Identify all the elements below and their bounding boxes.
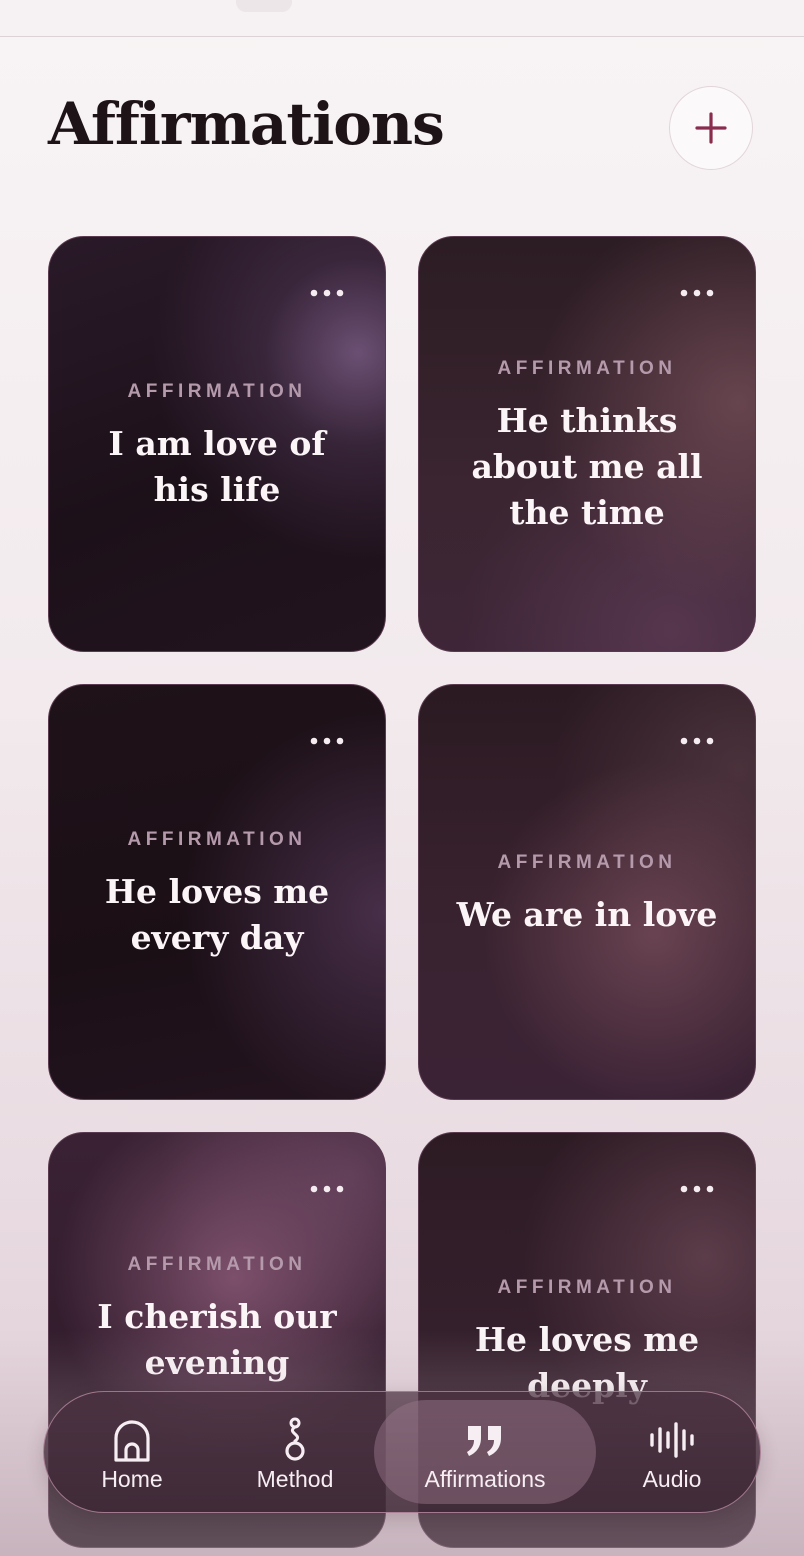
- home-arch-icon: [112, 1416, 152, 1464]
- more-horizontal-icon: [310, 289, 344, 297]
- more-options-button[interactable]: [677, 1181, 717, 1197]
- plus-icon: [695, 112, 727, 144]
- more-options-button[interactable]: [677, 285, 717, 301]
- method-icon: [282, 1416, 308, 1464]
- affirmation-card[interactable]: AFFIRMATION He loves me every day: [48, 684, 386, 1100]
- affirmation-card[interactable]: AFFIRMATION He thinks about me all the t…: [418, 236, 756, 652]
- tab-home[interactable]: Home: [82, 1392, 182, 1512]
- more-horizontal-icon: [310, 1185, 344, 1193]
- more-horizontal-icon: [680, 737, 714, 745]
- more-horizontal-icon: [680, 1185, 714, 1193]
- tab-bar: Home Method Affirmations Audio: [43, 1391, 761, 1513]
- affirmation-card[interactable]: AFFIRMATION We are in love: [418, 684, 756, 1100]
- tab-label: Home: [101, 1466, 163, 1492]
- tab-label: Audio: [642, 1466, 702, 1492]
- more-options-button[interactable]: [307, 285, 347, 301]
- more-horizontal-icon: [680, 289, 714, 297]
- card-text: He loves me every day: [104, 872, 330, 957]
- page-title: Affirmations: [48, 90, 445, 158]
- tab-audio[interactable]: Audio: [624, 1392, 720, 1512]
- top-handle: [236, 0, 292, 12]
- top-strip: [0, 0, 804, 37]
- card-text: I cherish our evening: [97, 1297, 337, 1382]
- card-label: AFFIRMATION: [127, 381, 307, 402]
- tab-method[interactable]: Method: [240, 1392, 350, 1512]
- card-text: We are in love: [456, 895, 718, 934]
- more-options-button[interactable]: [307, 1181, 347, 1197]
- card-label: AFFIRMATION: [497, 1277, 677, 1298]
- card-label: AFFIRMATION: [497, 852, 677, 873]
- card-text: I am love of his life: [108, 424, 326, 509]
- tab-label: Affirmations: [424, 1466, 546, 1492]
- audio-waveform-icon: [649, 1416, 695, 1464]
- more-options-button[interactable]: [677, 733, 717, 749]
- more-options-button[interactable]: [307, 733, 347, 749]
- card-label: AFFIRMATION: [127, 1254, 307, 1275]
- card-label: AFFIRMATION: [127, 829, 307, 850]
- tab-label: Method: [256, 1466, 334, 1492]
- quote-icon: [464, 1416, 506, 1464]
- tab-affirmations[interactable]: Affirmations: [374, 1400, 596, 1504]
- card-label: AFFIRMATION: [497, 358, 677, 379]
- affirmation-card[interactable]: AFFIRMATION I am love of his life: [48, 236, 386, 652]
- add-affirmation-button[interactable]: [669, 86, 753, 170]
- more-horizontal-icon: [310, 737, 344, 745]
- card-text: He thinks about me all the time: [471, 401, 703, 532]
